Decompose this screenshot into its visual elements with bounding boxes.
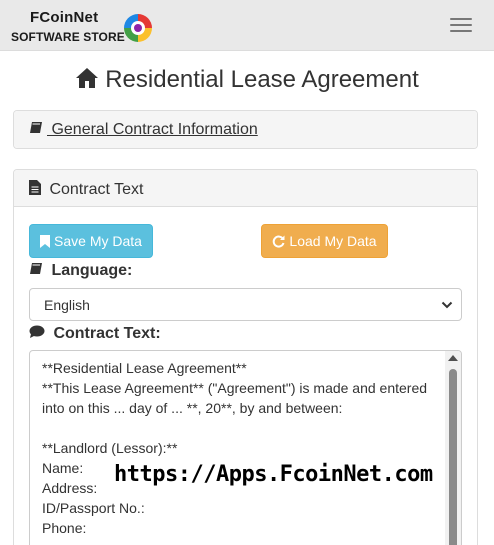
language-selected-value: English <box>44 296 90 313</box>
menu-bar-icon <box>450 30 472 32</box>
general-info-panel: General Contract Information <box>13 110 478 149</box>
menu-bar-icon <box>450 24 472 26</box>
chevron-down-icon <box>441 301 453 309</box>
brand-tagline: SOFTWARE STORE <box>11 30 125 44</box>
page-title-text: Residential Lease Agreement <box>105 66 419 93</box>
general-info-link[interactable]: General Contract Information <box>29 121 258 138</box>
file-text-icon <box>29 180 41 195</box>
comment-icon <box>29 325 45 338</box>
book-icon <box>30 263 42 274</box>
menu-toggle-button[interactable] <box>442 10 480 40</box>
language-select[interactable]: English <box>29 288 462 321</box>
language-label-text: Language: <box>47 262 133 279</box>
contract-text-panel-title: Contract Text <box>45 181 144 198</box>
contract-text-label: Contract Text: <box>29 325 161 343</box>
scroll-thumb[interactable] <box>449 369 457 545</box>
watermark-url: https://Apps.FcoinNet.com <box>114 462 433 487</box>
home-icon <box>76 68 99 88</box>
book-icon <box>30 122 42 133</box>
contract-text-content[interactable]: **Residential Lease Agreement** **This L… <box>42 358 442 538</box>
bookmark-icon <box>40 234 51 248</box>
refresh-icon <box>273 235 285 247</box>
contract-text-area[interactable]: **Residential Lease Agreement** **This L… <box>29 350 462 545</box>
menu-bar-icon <box>450 18 472 20</box>
contract-text-label-text: Contract Text: <box>49 325 161 342</box>
save-my-data-label: Save My Data <box>54 233 142 249</box>
save-my-data-button[interactable]: Save My Data <box>29 224 153 258</box>
scroll-up-icon[interactable] <box>448 355 458 361</box>
load-my-data-label: Load My Data <box>289 233 377 249</box>
brand-logo[interactable]: FCoinNet SOFTWARE STORE <box>10 8 155 46</box>
contract-text-scrollbar[interactable] <box>445 351 461 545</box>
language-label: Language: <box>29 262 132 280</box>
load-my-data-button[interactable]: Load My Data <box>261 224 388 258</box>
general-info-label: General Contract Information <box>47 121 258 138</box>
brand-name: FCoinNet <box>30 9 99 26</box>
brand-swirl-icon <box>124 14 152 42</box>
general-info-panel-header: General Contract Information <box>14 111 477 148</box>
contract-text-panel-header: Contract Text <box>14 170 477 207</box>
page-title: Residential Lease Agreement <box>0 66 494 94</box>
navbar: FCoinNet SOFTWARE STORE <box>0 0 494 51</box>
